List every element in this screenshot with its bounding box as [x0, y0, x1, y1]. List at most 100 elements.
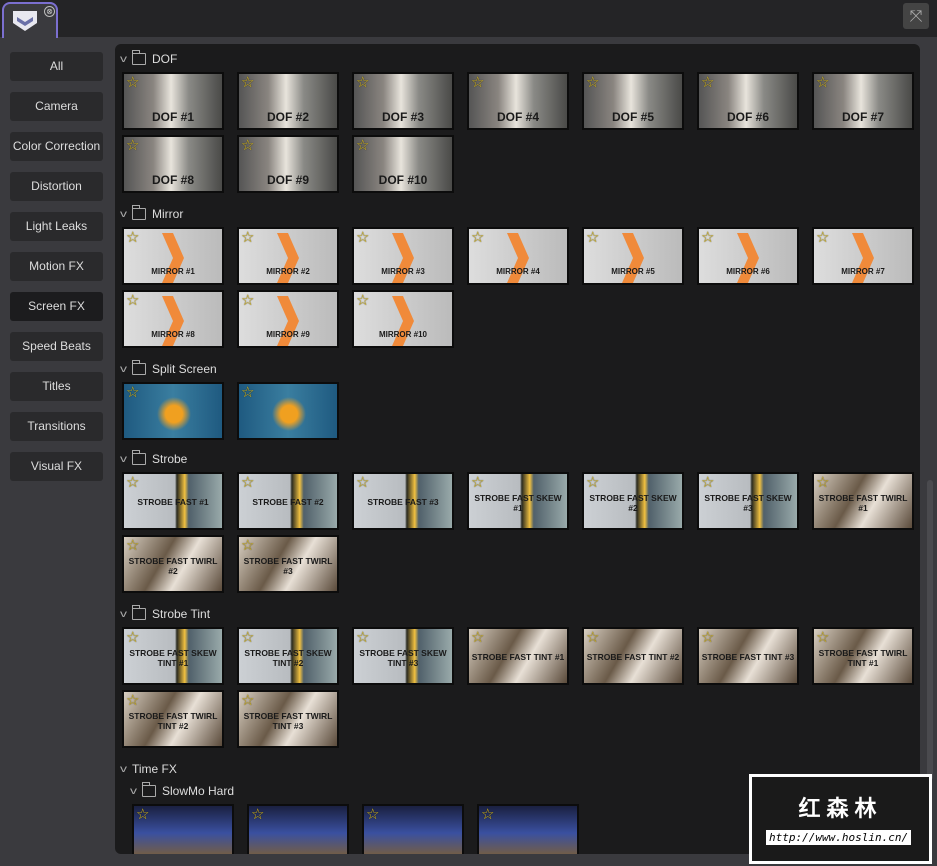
section-header-strobe-tint[interactable]: v Strobe Tint: [120, 605, 210, 623]
favorite-star-icon[interactable]: ☆: [126, 138, 139, 153]
favorite-star-icon[interactable]: ☆: [356, 293, 369, 308]
section-header-split-screen[interactable]: v Split Screen: [120, 360, 217, 378]
favorite-star-icon[interactable]: ☆: [816, 230, 829, 245]
section-header-strobe[interactable]: v Strobe: [120, 450, 187, 468]
sidebar-item-color-correction[interactable]: Color Correction: [10, 132, 103, 161]
chevron-down-icon[interactable]: v: [130, 786, 137, 797]
favorite-star-icon[interactable]: ☆: [136, 807, 149, 822]
favorite-star-icon[interactable]: ☆: [816, 75, 829, 90]
effect-thumbnail[interactable]: ☆ STROBE FAST SKEW #3: [697, 472, 799, 530]
favorite-star-icon[interactable]: ☆: [586, 75, 599, 90]
chevron-down-icon[interactable]: v: [120, 364, 127, 375]
favorite-star-icon[interactable]: ☆: [701, 630, 714, 645]
effect-thumbnail[interactable]: ☆: [247, 804, 349, 854]
favorite-star-icon[interactable]: ☆: [241, 630, 254, 645]
chevron-down-icon[interactable]: v: [120, 209, 127, 220]
effect-thumbnail[interactable]: ☆ DOF #1: [122, 72, 224, 130]
effect-thumbnail[interactable]: ☆ STROBE FAST TWIRL TINT #1: [812, 627, 914, 685]
effect-thumbnail[interactable]: ☆ MIRROR #7: [812, 227, 914, 285]
favorite-star-icon[interactable]: ☆: [356, 230, 369, 245]
effect-thumbnail[interactable]: ☆: [362, 804, 464, 854]
favorite-star-icon[interactable]: ☆: [356, 630, 369, 645]
chevron-down-icon[interactable]: v: [120, 54, 127, 65]
favorite-star-icon[interactable]: ☆: [586, 230, 599, 245]
favorite-star-icon[interactable]: ☆: [471, 630, 484, 645]
favorite-star-icon[interactable]: ☆: [816, 475, 829, 490]
effect-thumbnail[interactable]: ☆ DOF #2: [237, 72, 339, 130]
favorite-star-icon[interactable]: ☆: [126, 693, 139, 708]
effect-thumbnail[interactable]: ☆ STROBE FAST SKEW #1: [467, 472, 569, 530]
favorite-star-icon[interactable]: ☆: [241, 475, 254, 490]
effect-thumbnail[interactable]: ☆ STROBE FAST SKEW TINT #2: [237, 627, 339, 685]
effect-thumbnail[interactable]: ☆ STROBE FAST TWIRL TINT #2: [122, 690, 224, 748]
sidebar-item-visual-fx[interactable]: Visual FX: [10, 452, 103, 481]
effect-thumbnail[interactable]: ☆ STROBE FAST TWIRL TINT #3: [237, 690, 339, 748]
effect-thumbnail[interactable]: ☆ MIRROR #5: [582, 227, 684, 285]
effect-thumbnail[interactable]: ☆ STROBE FAST TINT #3: [697, 627, 799, 685]
favorite-star-icon[interactable]: ☆: [126, 538, 139, 553]
favorite-star-icon[interactable]: ☆: [241, 138, 254, 153]
effect-thumbnail[interactable]: ☆ STROBE FAST SKEW TINT #1: [122, 627, 224, 685]
effects-tab[interactable]: ⊗: [2, 2, 58, 38]
sidebar-item-all[interactable]: All: [10, 52, 103, 81]
effect-thumbnail[interactable]: ☆ STROBE FAST TWIRL #2: [122, 535, 224, 593]
effect-thumbnail[interactable]: ☆ DOF #7: [812, 72, 914, 130]
effect-thumbnail[interactable]: ☆ STROBE FAST SKEW #2: [582, 472, 684, 530]
effect-thumbnail[interactable]: ☆ MIRROR #2: [237, 227, 339, 285]
effect-thumbnail[interactable]: ☆ STROBE FAST TINT #1: [467, 627, 569, 685]
chevron-down-icon[interactable]: v: [120, 609, 127, 620]
effect-thumbnail[interactable]: ☆ DOF #9: [237, 135, 339, 193]
sidebar-item-motion-fx[interactable]: Motion FX: [10, 252, 103, 281]
favorite-star-icon[interactable]: ☆: [701, 230, 714, 245]
scrollbar[interactable]: [927, 480, 933, 780]
favorite-star-icon[interactable]: ☆: [126, 475, 139, 490]
section-header-mirror[interactable]: v Mirror: [120, 205, 183, 223]
effect-thumbnail[interactable]: ☆ MIRROR #4: [467, 227, 569, 285]
favorite-star-icon[interactable]: ☆: [356, 138, 369, 153]
effect-thumbnail[interactable]: ☆ STROBE FAST SKEW TINT #3: [352, 627, 454, 685]
effect-thumbnail[interactable]: ☆ MIRROR #6: [697, 227, 799, 285]
effect-thumbnail[interactable]: ☆ MIRROR #10: [352, 290, 454, 348]
favorite-star-icon[interactable]: ☆: [356, 75, 369, 90]
effect-thumbnail[interactable]: ☆: [237, 382, 339, 440]
chevron-down-icon[interactable]: v: [120, 454, 127, 465]
effect-thumbnail[interactable]: ☆ MIRROR #9: [237, 290, 339, 348]
favorite-star-icon[interactable]: ☆: [586, 630, 599, 645]
favorite-star-icon[interactable]: ☆: [126, 630, 139, 645]
tab-close-icon[interactable]: ⊗: [44, 6, 55, 17]
favorite-star-icon[interactable]: ☆: [241, 693, 254, 708]
favorite-star-icon[interactable]: ☆: [241, 75, 254, 90]
favorite-star-icon[interactable]: ☆: [126, 75, 139, 90]
sidebar-item-titles[interactable]: Titles: [10, 372, 103, 401]
effect-thumbnail[interactable]: ☆ DOF #5: [582, 72, 684, 130]
effect-thumbnail[interactable]: ☆ DOF #6: [697, 72, 799, 130]
section-header-dof[interactable]: v DOF: [120, 50, 177, 68]
effect-thumbnail[interactable]: ☆ STROBE FAST TINT #2: [582, 627, 684, 685]
section-header-slowmo-hard[interactable]: v SlowMo Hard: [130, 782, 234, 800]
effect-thumbnail[interactable]: ☆ STROBE FAST #1: [122, 472, 224, 530]
favorite-star-icon[interactable]: ☆: [586, 475, 599, 490]
effect-thumbnail[interactable]: ☆ STROBE FAST TWIRL #3: [237, 535, 339, 593]
favorite-star-icon[interactable]: ☆: [471, 75, 484, 90]
sidebar-item-light-leaks[interactable]: Light Leaks: [10, 212, 103, 241]
favorite-star-icon[interactable]: ☆: [471, 475, 484, 490]
favorite-star-icon[interactable]: ☆: [701, 75, 714, 90]
effect-thumbnail[interactable]: ☆ DOF #10: [352, 135, 454, 193]
favorite-star-icon[interactable]: ☆: [126, 293, 139, 308]
effect-thumbnail[interactable]: ☆ STROBE FAST TWIRL #1: [812, 472, 914, 530]
favorite-star-icon[interactable]: ☆: [251, 807, 264, 822]
favorite-star-icon[interactable]: ☆: [471, 230, 484, 245]
favorite-star-icon[interactable]: ☆: [701, 475, 714, 490]
sidebar-item-camera[interactable]: Camera: [10, 92, 103, 121]
favorite-star-icon[interactable]: ☆: [126, 230, 139, 245]
sidebar-item-distortion[interactable]: Distortion: [10, 172, 103, 201]
sidebar-item-speed-beats[interactable]: Speed Beats: [10, 332, 103, 361]
effect-thumbnail[interactable]: ☆ STROBE FAST #3: [352, 472, 454, 530]
effect-thumbnail[interactable]: ☆ DOF #4: [467, 72, 569, 130]
favorite-star-icon[interactable]: ☆: [481, 807, 494, 822]
effect-thumbnail[interactable]: ☆ MIRROR #1: [122, 227, 224, 285]
effect-thumbnail[interactable]: ☆ DOF #3: [352, 72, 454, 130]
expand-icon[interactable]: ⤧: [903, 3, 929, 29]
chevron-down-icon[interactable]: v: [120, 764, 127, 775]
section-header-time-fx[interactable]: v Time FX: [120, 760, 177, 778]
